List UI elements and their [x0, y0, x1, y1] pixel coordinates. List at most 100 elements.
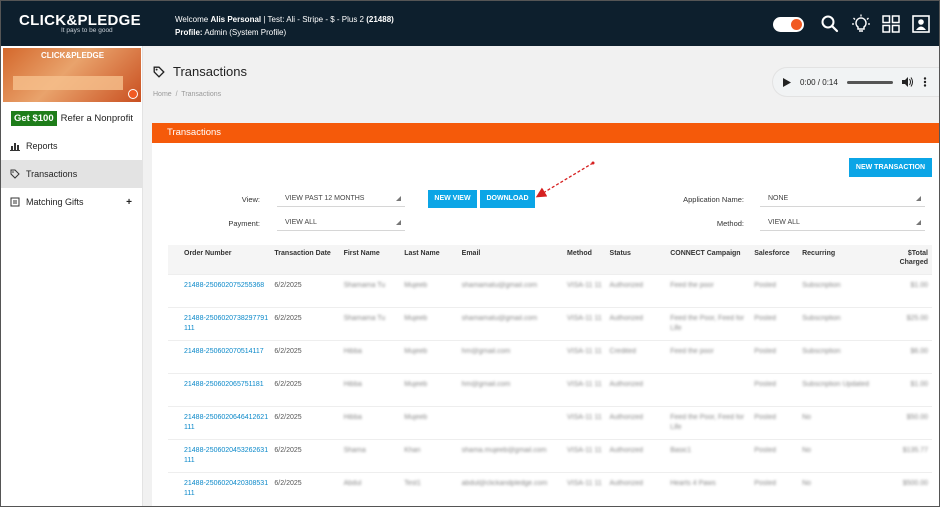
- panel-header: Transactions: [152, 123, 939, 143]
- table-cell: Posted: [754, 372, 803, 406]
- table-row[interactable]: 21488-250602075255368 6/2/2025 Shamama Tu M…: [168, 273, 932, 307]
- order-number-link[interactable]: 21488-250602075255368: [168, 273, 275, 307]
- caret-icon: [916, 196, 921, 201]
- theme-toggle[interactable]: [773, 17, 804, 32]
- sidebar-item-reports[interactable]: Reports: [1, 132, 142, 160]
- view-select[interactable]: VIEW PAST 12 MONTHS: [277, 190, 405, 207]
- breadcrumb: Home / Transactions: [153, 91, 221, 98]
- order-number-link[interactable]: 21488-2506020420308531111: [168, 471, 275, 505]
- new-transaction-button[interactable]: NEW TRANSACTION: [849, 158, 932, 177]
- page-title-text: Transactions: [173, 64, 247, 79]
- table-row[interactable]: 21488-2506020646412621111 6/2/2025 Hibba Mu…: [168, 405, 932, 439]
- sidebar: CLICK&PLEDGE Get $100 Refer a Nonprofit …: [1, 46, 143, 506]
- table-cell: abdul@clickandpledge.com: [461, 471, 567, 505]
- table-cell: Feed the poor: [670, 339, 755, 373]
- table-cell: $1.00: [881, 372, 932, 406]
- lightbulb-icon[interactable]: [851, 14, 871, 34]
- table-cell: $50.00: [881, 405, 932, 439]
- expand-icon[interactable]: +: [126, 197, 132, 208]
- order-number-link[interactable]: 21488-2506020646412621111: [168, 405, 275, 439]
- table-cell: $135.77: [881, 438, 932, 472]
- table-cell: Authorized: [609, 306, 671, 340]
- refer-nonprofit-link[interactable]: Get $100 Refer a Nonprofit: [11, 111, 133, 126]
- payment-label: Payment:: [228, 219, 260, 228]
- table-cell: Posted: [754, 306, 803, 340]
- table-row[interactable]: 21488-2506020453262631111 6/2/2025 Shama Kh…: [168, 438, 932, 472]
- payment-select-value: VIEW ALL: [285, 219, 317, 226]
- caret-icon: [396, 220, 401, 225]
- main-content: Transactions Home / Transactions 0:00 / …: [143, 46, 939, 506]
- order-number-link[interactable]: 21488-250602070514117: [168, 339, 275, 373]
- col-transaction-date[interactable]: Transaction Date: [274, 245, 344, 274]
- col-salesforce[interactable]: Salesforce: [754, 245, 803, 274]
- table-cell: No: [802, 438, 882, 472]
- toggle-knob: [791, 19, 802, 30]
- order-number-link[interactable]: 21488-2506020738297791111: [168, 306, 275, 340]
- col-last-name[interactable]: Last Name: [404, 245, 462, 274]
- play-icon[interactable]: [783, 77, 791, 87]
- table-row[interactable]: 21488-250602065751181 6/2/2025 Hibba Mujeeb…: [168, 372, 932, 406]
- col-method[interactable]: Method: [566, 245, 610, 274]
- table-cell: Mujeeb: [404, 405, 462, 439]
- col-total-charged[interactable]: $Total Charged: [881, 245, 932, 274]
- volume-icon[interactable]: [901, 77, 913, 87]
- sidebar-item-transactions[interactable]: Transactions: [1, 160, 142, 188]
- table-cell: Subscription: [802, 306, 882, 340]
- table-cell: Mujeeb: [404, 273, 462, 307]
- audio-progress-track[interactable]: [846, 80, 893, 84]
- promo-banner[interactable]: CLICK&PLEDGE: [3, 48, 141, 102]
- table-cell: Mujeeb: [404, 306, 462, 340]
- table-cell: VISA-11 11: [566, 471, 610, 505]
- table-cell: $25.00: [881, 306, 932, 340]
- table-row[interactable]: 21488-2506020420308531111 6/2/2025 Abdul Te…: [168, 471, 932, 505]
- more-options-icon[interactable]: [923, 77, 927, 87]
- table-cell: Basic1: [670, 438, 755, 472]
- table-cell: VISA-11 11: [566, 273, 610, 307]
- table-cell: VISA-11 11: [566, 405, 610, 439]
- audio-player[interactable]: 0:00 / 0:14: [773, 68, 939, 96]
- document-icon: [10, 197, 20, 207]
- order-number-link[interactable]: 21488-2506020453262631111: [168, 438, 275, 472]
- audio-time: 0:00 / 0:14: [800, 77, 838, 87]
- table-cell: Subscription: [802, 339, 882, 373]
- table-cell: Hearts 4 Paws: [670, 471, 755, 505]
- table-cell: 6/2/2025: [274, 438, 344, 472]
- table-cell: 6/2/2025: [274, 471, 344, 505]
- col-first-name[interactable]: First Name: [343, 245, 405, 274]
- application-name-select[interactable]: NONE: [760, 190, 925, 207]
- table-cell: [461, 405, 567, 439]
- col-connect-campaign[interactable]: CONNECT Campaign: [670, 245, 755, 274]
- col-email[interactable]: Email: [461, 245, 567, 274]
- payment-select[interactable]: VIEW ALL: [277, 214, 405, 231]
- table-cell: VISA-11 11: [566, 339, 610, 373]
- table-cell: Authorized: [609, 438, 671, 472]
- table-row[interactable]: 21488-250602070514117 6/2/2025 Hibba Mujeeb…: [168, 339, 932, 373]
- new-view-button[interactable]: NEW VIEW: [428, 190, 477, 208]
- table-cell: Khan: [404, 438, 462, 472]
- table-cell: No: [802, 471, 882, 505]
- table-cell: 6/2/2025: [274, 273, 344, 307]
- table-cell: Authorized: [609, 471, 671, 505]
- search-icon[interactable]: [820, 14, 840, 34]
- order-number-link[interactable]: 21488-250602065751181: [168, 372, 275, 406]
- sidebar-item-matching-gifts[interactable]: Matching Gifts +: [1, 188, 142, 216]
- bar-chart-icon: [10, 143, 20, 151]
- table-cell: Feed the poor: [670, 273, 755, 307]
- view-label: View:: [241, 195, 260, 204]
- table-cell: hm@gmail.com: [461, 372, 567, 406]
- table-cell: Feed the Poor, Feed for Life: [670, 306, 755, 340]
- col-recurring[interactable]: Recurring: [802, 245, 882, 274]
- method-select[interactable]: VIEW ALL: [760, 214, 925, 231]
- table-cell: Authorized: [609, 372, 671, 406]
- table-row[interactable]: 21488-2506020738297791111 6/2/2025 Shamama…: [168, 306, 932, 340]
- user-profile-icon[interactable]: [911, 14, 931, 34]
- welcome-text: Welcome Alis Personal | Test: Ali - Stri…: [175, 13, 394, 39]
- breadcrumb-home[interactable]: Home: [153, 91, 172, 98]
- edit-icon[interactable]: [128, 89, 138, 99]
- caret-icon: [916, 220, 921, 225]
- grid-icon[interactable]: [881, 14, 901, 34]
- table-cell: Posted: [754, 405, 803, 439]
- col-order-number[interactable]: Order Number: [168, 245, 275, 274]
- download-button[interactable]: DOWNLOAD: [480, 190, 535, 208]
- col-status[interactable]: Status: [609, 245, 671, 274]
